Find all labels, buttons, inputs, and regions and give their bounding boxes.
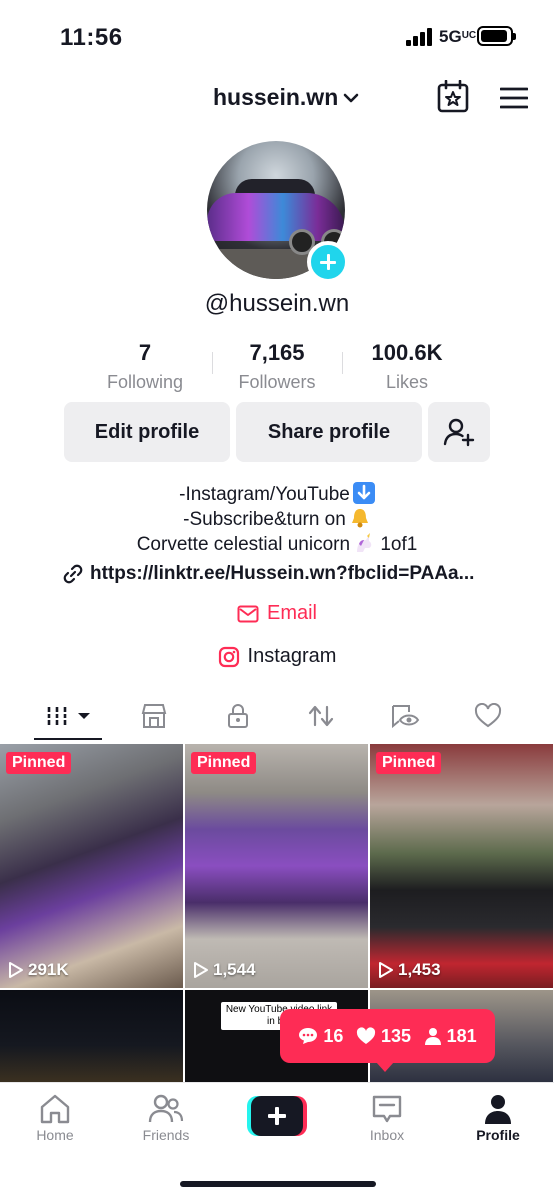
menu-icon[interactable]: [499, 86, 529, 115]
instagram-label: Instagram: [247, 645, 337, 667]
lock-icon: [228, 704, 248, 728]
nav-inbox[interactable]: Inbox: [342, 1091, 432, 1143]
instagram-link[interactable]: Instagram: [0, 645, 554, 668]
tab-liked[interactable]: [464, 694, 512, 738]
video-thumbnail[interactable]: Pinned 1,544: [185, 744, 368, 988]
status-time: 11:56: [60, 24, 123, 51]
caret-down-icon: [78, 713, 90, 719]
stat-label: Likes: [385, 372, 429, 392]
activity-notification[interactable]: 16 135 181: [280, 1009, 495, 1072]
tab-videos[interactable]: [34, 694, 102, 738]
email-link[interactable]: Email: [0, 602, 554, 625]
heart-icon: [356, 1027, 376, 1044]
create-button[interactable]: [247, 1096, 307, 1136]
follower-count: 181: [424, 1026, 477, 1047]
home-indicator: [180, 1181, 376, 1187]
inbox-icon: [372, 1095, 402, 1123]
nav-label: Profile: [476, 1127, 520, 1143]
header-username: hussein.wn: [213, 84, 339, 110]
stat-value: 7,165: [249, 340, 305, 365]
bio: -Instagram/YouTube -Subscribe&turn on Co…: [0, 482, 554, 557]
bell-emoji-icon: [349, 507, 371, 529]
video-thumbnail[interactable]: Pinned 291K: [0, 744, 183, 988]
plus-icon: [251, 1096, 303, 1136]
edit-profile-button[interactable]: Edit profile: [64, 402, 230, 462]
tab-indicator: [34, 738, 102, 740]
heart-outline-icon: [474, 703, 502, 728]
video-thumbnail[interactable]: [0, 990, 183, 1082]
bio-line: Corvette celestial unicorn 1of1: [136, 532, 418, 555]
profile-stats: 7 Following 7,165 Followers 100.6K Likes: [80, 340, 480, 396]
signal-icon: [406, 28, 432, 46]
stat-followers[interactable]: 7,165 Followers: [212, 340, 342, 393]
tab-shop[interactable]: [130, 694, 178, 738]
profile-tabs: [0, 694, 554, 742]
bookmark-eye-icon: [392, 705, 420, 729]
chevron-down-icon: [343, 93, 359, 102]
stat-likes[interactable]: 100.6K Likes: [342, 340, 472, 393]
nav-label: Home: [36, 1127, 74, 1143]
status-bar: 11:56 5GUC: [0, 0, 554, 70]
nav-profile[interactable]: Profile: [453, 1091, 543, 1143]
comment-count: 16: [298, 1026, 343, 1047]
stat-following[interactable]: 7 Following: [80, 340, 210, 393]
stat-label: Following: [106, 372, 184, 392]
bio-link[interactable]: https://linktr.ee/Hussein.wn?fbclid=PAAa…: [62, 563, 502, 585]
tab-favorites[interactable]: [381, 694, 429, 738]
play-icon: [194, 962, 208, 978]
view-count: 291K: [8, 960, 69, 980]
mail-icon: [237, 605, 259, 622]
pinned-badge: Pinned: [191, 752, 257, 774]
account-switcher[interactable]: hussein.wn: [213, 84, 360, 111]
play-icon: [379, 962, 393, 978]
grid-columns-icon: [46, 707, 68, 725]
view-count: 1,453: [378, 960, 441, 980]
bio-line: -Instagram/YouTube: [0, 482, 554, 507]
home-icon: [40, 1094, 70, 1124]
network-label: 5GUC: [439, 27, 477, 46]
profile-header: hussein.wn: [0, 78, 554, 118]
nav-label: Friends: [142, 1127, 190, 1143]
add-user-icon: [443, 418, 475, 447]
bio-line: -Subscribe&turn on: [0, 507, 554, 532]
play-icon: [9, 962, 23, 978]
video-thumbnail[interactable]: Pinned 1,453: [370, 744, 553, 988]
stat-value: 7: [138, 340, 152, 365]
add-friends-button[interactable]: [428, 402, 490, 462]
comment-icon: [299, 1028, 318, 1044]
pinned-badge: Pinned: [376, 752, 442, 774]
repost-icon: [308, 705, 334, 727]
calendar-star-icon[interactable]: [437, 79, 469, 119]
person-icon: [424, 1028, 441, 1045]
share-profile-button[interactable]: Share profile: [236, 402, 422, 462]
email-label: Email: [266, 602, 317, 624]
like-count: 135: [356, 1026, 411, 1047]
pinned-badge: Pinned: [6, 752, 72, 774]
friends-icon: [148, 1094, 184, 1123]
nav-label: Inbox: [369, 1127, 405, 1143]
unicorn-emoji-icon: [353, 532, 375, 554]
tab-reposts[interactable]: [297, 694, 345, 738]
profile-icon: [485, 1095, 511, 1124]
battery-icon: [477, 26, 516, 46]
down-arrow-emoji-icon: [352, 482, 375, 504]
add-story-button[interactable]: [307, 241, 349, 283]
stat-label: Followers: [238, 372, 316, 392]
tab-private[interactable]: [214, 694, 262, 738]
nav-friends[interactable]: Friends: [121, 1091, 211, 1143]
view-count: 1,544: [193, 960, 256, 980]
shop-icon: [141, 704, 167, 728]
bio-link-text: https://linktr.ee/Hussein.wn?fbclid=PAAa…: [90, 563, 475, 584]
stat-value: 100.6K: [371, 340, 443, 365]
instagram-icon: [218, 646, 239, 667]
profile-handle: @hussein.wn: [204, 290, 350, 317]
link-icon: [63, 564, 83, 584]
nav-home[interactable]: Home: [10, 1091, 100, 1143]
